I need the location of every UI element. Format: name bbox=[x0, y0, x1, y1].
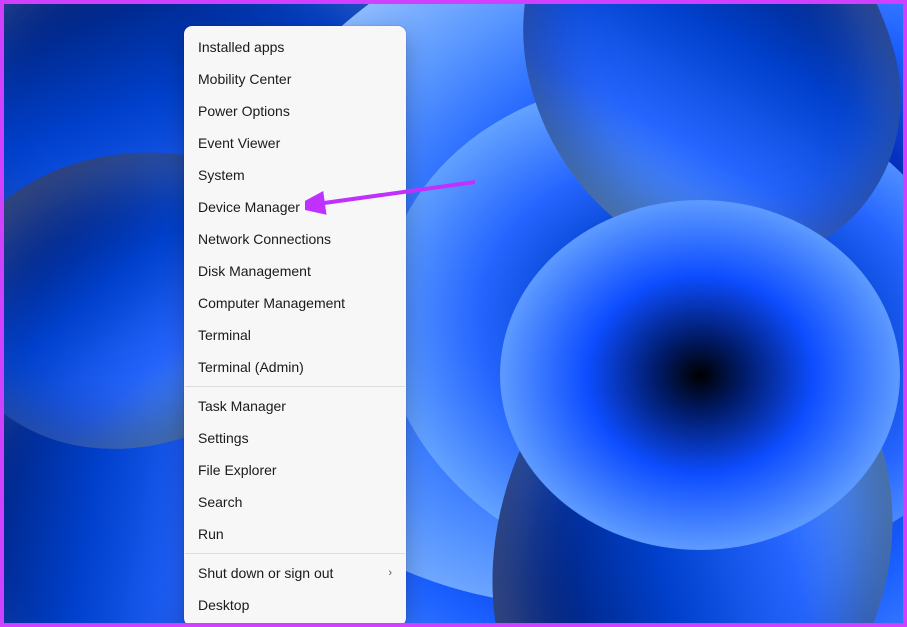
menu-item-power-options[interactable]: Power Options bbox=[184, 95, 406, 127]
menu-item-terminal[interactable]: Terminal bbox=[184, 319, 406, 351]
menu-item-network-connections[interactable]: Network Connections bbox=[184, 223, 406, 255]
menu-item-system[interactable]: System bbox=[184, 159, 406, 191]
menu-item-terminal-admin[interactable]: Terminal (Admin) bbox=[184, 351, 406, 383]
menu-item-label: Terminal bbox=[198, 327, 251, 343]
menu-item-label: Run bbox=[198, 526, 224, 542]
menu-item-label: Mobility Center bbox=[198, 71, 291, 87]
menu-item-mobility-center[interactable]: Mobility Center bbox=[184, 63, 406, 95]
menu-item-run[interactable]: Run bbox=[184, 518, 406, 550]
menu-item-shutdown-signout[interactable]: Shut down or sign out › bbox=[184, 557, 406, 589]
menu-item-label: System bbox=[198, 167, 245, 183]
desktop-wallpaper bbox=[0, 0, 907, 627]
chevron-right-icon: › bbox=[388, 567, 392, 579]
menu-item-installed-apps[interactable]: Installed apps bbox=[184, 31, 406, 63]
menu-item-label: Shut down or sign out bbox=[198, 565, 333, 581]
menu-item-settings[interactable]: Settings bbox=[184, 422, 406, 454]
menu-item-label: Device Manager bbox=[198, 199, 300, 215]
menu-item-label: Search bbox=[198, 494, 242, 510]
menu-item-computer-management[interactable]: Computer Management bbox=[184, 287, 406, 319]
menu-item-label: Network Connections bbox=[198, 231, 331, 247]
menu-item-desktop[interactable]: Desktop bbox=[184, 589, 406, 621]
menu-item-label: Disk Management bbox=[198, 263, 311, 279]
menu-item-file-explorer[interactable]: File Explorer bbox=[184, 454, 406, 486]
menu-item-device-manager[interactable]: Device Manager bbox=[184, 191, 406, 223]
menu-item-label: Event Viewer bbox=[198, 135, 280, 151]
menu-item-label: Task Manager bbox=[198, 398, 286, 414]
menu-item-label: Installed apps bbox=[198, 39, 284, 55]
menu-item-label: Settings bbox=[198, 430, 249, 446]
menu-item-label: Power Options bbox=[198, 103, 290, 119]
menu-item-label: Terminal (Admin) bbox=[198, 359, 304, 375]
menu-item-search[interactable]: Search bbox=[184, 486, 406, 518]
menu-divider bbox=[185, 553, 405, 554]
menu-divider bbox=[185, 386, 405, 387]
winx-context-menu: Installed apps Mobility Center Power Optio… bbox=[184, 26, 406, 626]
menu-item-label: Desktop bbox=[198, 597, 249, 613]
menu-item-task-manager[interactable]: Task Manager bbox=[184, 390, 406, 422]
menu-item-label: Computer Management bbox=[198, 295, 345, 311]
menu-item-event-viewer[interactable]: Event Viewer bbox=[184, 127, 406, 159]
menu-item-disk-management[interactable]: Disk Management bbox=[184, 255, 406, 287]
menu-item-label: File Explorer bbox=[198, 462, 277, 478]
